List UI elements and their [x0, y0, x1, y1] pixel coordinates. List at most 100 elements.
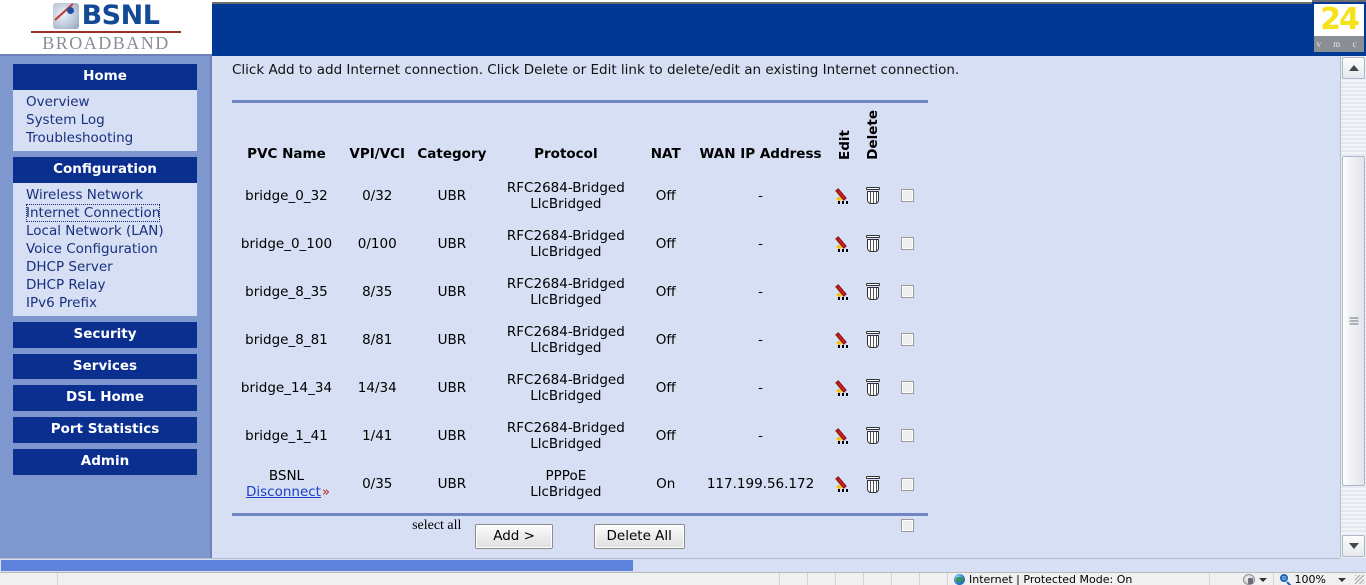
disconnect-link[interactable]: Disconnect [246, 484, 321, 500]
table-row: bridge_8_81 8/81 UBR RFC2684-Bridged LlcBrid… [232, 316, 928, 364]
chevron-down-icon[interactable] [1338, 577, 1346, 582]
scrollbar-thumb[interactable] [1342, 156, 1365, 486]
delete-all-button[interactable]: Delete All [593, 524, 685, 549]
edit-pencil-icon[interactable] [835, 331, 854, 349]
cell-delete [859, 172, 887, 220]
sidebar-group: Home Overview System Log Troubleshooting [13, 64, 197, 151]
cell-edit [831, 316, 859, 364]
column-header-protocol: Protocol [534, 145, 598, 162]
scroll-up-button[interactable] [1342, 57, 1365, 79]
zoom-control[interactable]: 100% [1274, 573, 1352, 585]
cell-delete [859, 364, 887, 412]
edit-pencil-icon[interactable] [835, 379, 854, 397]
cell-vpi-vci: 0/35 [362, 476, 393, 493]
delete-trash-icon[interactable] [866, 475, 881, 493]
protocol-line-2: LlcBridged [530, 484, 602, 501]
sidebar-item-troubleshooting[interactable]: Troubleshooting [13, 129, 197, 147]
bsnl-logo: BSNL BROADBAND [0, 0, 212, 56]
scroll-down-button[interactable] [1342, 535, 1365, 557]
sidebar: Home Overview System Log Troubleshooting Con… [0, 56, 212, 558]
add-button[interactable]: Add > [475, 524, 554, 549]
delete-trash-icon[interactable] [866, 283, 881, 301]
pvc-name-label: bridge_8_81 [245, 331, 328, 348]
sidebar-group-header-home[interactable]: Home [13, 64, 197, 90]
edit-pencil-icon[interactable] [835, 475, 854, 493]
divider-top [232, 100, 928, 103]
corner-logo-number: 24 [1320, 2, 1360, 37]
cell-select-checkbox [888, 412, 928, 460]
sidebar-item-internet-connection[interactable]: Internet Connection [26, 203, 161, 222]
sidebar-item-dhcp-relay[interactable]: DHCP Relay [13, 276, 197, 294]
cell-category: UBR [437, 331, 467, 348]
main-content: Click Add to add Internet connection. Cl… [214, 56, 1340, 558]
row-select-checkbox[interactable] [901, 381, 915, 395]
cell-nat: Off [655, 379, 676, 396]
sidebar-group-header-admin[interactable]: Admin [13, 449, 197, 475]
resize-grip-icon[interactable] [1355, 575, 1364, 584]
column-header-nat: NAT [650, 145, 681, 162]
row-select-checkbox[interactable] [901, 189, 915, 203]
row-select-checkbox[interactable] [901, 429, 915, 443]
cell-wan-ip: - [758, 283, 763, 300]
sidebar-item-dhcp-server[interactable]: DHCP Server [13, 258, 197, 276]
brand-subtitle: BROADBAND [42, 33, 170, 53]
cell-nat: Off [655, 235, 676, 252]
delete-trash-icon[interactable] [866, 331, 881, 349]
column-header-pvc-name: PVC Name [247, 145, 326, 162]
cell-edit [831, 364, 859, 412]
delete-trash-icon[interactable] [866, 379, 881, 397]
protocol-line-1: RFC2684-Bridged [506, 323, 625, 340]
sidebar-group-header-configuration[interactable]: Configuration [13, 156, 197, 183]
protocol-line-2: LlcBridged [530, 195, 602, 212]
edit-pencil-icon[interactable] [835, 235, 854, 253]
sidebar-group-header-security[interactable]: Security [13, 321, 197, 348]
table-row: bridge_14_34 14/34 UBR RFC2684-Bridged LlcBr… [232, 364, 928, 412]
vertical-scrollbar[interactable] [1340, 56, 1366, 558]
column-header-select [888, 110, 928, 172]
sidebar-group-header-dsl-home[interactable]: DSL Home [13, 385, 197, 412]
sidebar-item-system-log[interactable]: System Log [13, 111, 197, 129]
status-segment [836, 573, 864, 585]
sidebar-item-ipv6-prefix[interactable]: IPv6 Prefix [13, 294, 197, 312]
internet-zone-globe-icon [954, 574, 965, 585]
cell-select-checkbox [888, 172, 928, 220]
cell-protocol: RFC2684-Bridged LlcBridged [490, 412, 641, 460]
cell-wan-ip: - [758, 379, 763, 396]
sidebar-item-overview[interactable]: Overview [13, 93, 197, 111]
pvc-name-label: BSNL [268, 467, 305, 484]
cell-category: UBR [437, 476, 467, 493]
cell-category: UBR [437, 283, 467, 300]
delete-trash-icon[interactable] [866, 427, 881, 445]
protected-mode-shield-icon [1242, 574, 1255, 585]
protocol-line-2: LlcBridged [530, 339, 602, 356]
horizontal-scrollbar[interactable] [0, 558, 1340, 572]
header-blue-banner [212, 2, 1312, 56]
chevron-down-icon[interactable] [1258, 577, 1267, 582]
horizontal-scrollbar-thumb[interactable] [1, 560, 633, 571]
row-select-checkbox[interactable] [901, 285, 915, 299]
cell-pvc-name: bridge_1_41 [232, 412, 341, 460]
edit-pencil-icon[interactable] [835, 187, 854, 205]
protocol-line-2: LlcBridged [530, 435, 602, 452]
edit-pencil-icon[interactable] [835, 427, 854, 445]
row-select-checkbox[interactable] [901, 237, 915, 251]
protected-mode-control[interactable] [1237, 573, 1274, 585]
sidebar-item-local-network-lan[interactable]: Local Network (LAN) [13, 222, 197, 240]
cell-pvc-name: bridge_0_32 [232, 172, 341, 220]
edit-pencil-icon[interactable] [835, 283, 854, 301]
cell-category: UBR [437, 235, 467, 252]
row-select-checkbox[interactable] [901, 477, 915, 491]
sidebar-item-voice-configuration[interactable]: Voice Configuration [13, 240, 197, 258]
cell-category: UBR [437, 187, 467, 204]
page-header: BSNL BROADBAND 24 v m c [0, 0, 1366, 56]
sidebar-item-wireless-network[interactable]: Wireless Network [13, 186, 197, 204]
sidebar-group-header-port-statistics[interactable]: Port Statistics [13, 417, 197, 444]
row-select-checkbox[interactable] [901, 333, 915, 347]
zoom-level-label: 100% [1294, 573, 1326, 585]
cell-category: UBR [437, 379, 467, 396]
delete-trash-icon[interactable] [866, 187, 881, 205]
delete-trash-icon[interactable] [866, 235, 881, 253]
sidebar-group-header-services[interactable]: Services [13, 353, 197, 380]
security-zone-status[interactable]: Internet | Protected Mode: On [948, 573, 1210, 585]
sidebar-group-items: Overview System Log Troubleshooting [13, 89, 197, 151]
